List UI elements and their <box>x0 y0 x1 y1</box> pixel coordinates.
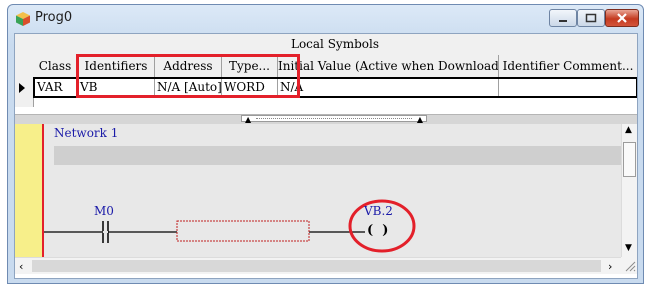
splitter-dots <box>256 118 412 119</box>
empty-instruction-slot <box>176 220 310 242</box>
splitter-grip[interactable]: ▲ ▲ <box>241 115 427 124</box>
maximize-icon <box>585 13 597 23</box>
cell-initial-value[interactable]: N/A <box>278 79 499 96</box>
column-header-identifier-comment[interactable]: Identifier Comment... <box>499 55 637 77</box>
column-header-initial-value[interactable]: Initial Value (Active when Download) <box>278 55 499 77</box>
scroll-up-icon[interactable]: ▲ <box>625 125 632 135</box>
title-bar[interactable]: Prog0 <box>8 5 643 33</box>
current-row-arrow-icon <box>19 83 25 93</box>
cell-identifier-comment[interactable] <box>499 79 636 96</box>
resize-grip-icon <box>625 261 636 272</box>
vertical-scrollbar[interactable]: ▲ ▼ <box>621 124 637 257</box>
contact-label[interactable]: M0 <box>94 204 114 218</box>
vertical-scroll-thumb[interactable] <box>623 142 636 177</box>
local-symbols-table: Local Symbols Class Identifiers Address … <box>15 34 637 108</box>
program-window: Prog0 Local Symbols Class Identifiers Ad… <box>7 4 644 284</box>
minimize-button[interactable] <box>549 9 577 27</box>
column-header-class[interactable]: Class <box>33 55 78 77</box>
close-button[interactable] <box>605 9 639 27</box>
ladder-rung <box>44 199 416 253</box>
splitter-up-arrow-icon: ▲ <box>245 115 252 124</box>
minimize-icon <box>559 20 567 22</box>
horizontal-scroll-thumb[interactable] <box>32 260 601 272</box>
resize-grip[interactable] <box>621 257 637 274</box>
splitter-up-arrow-icon: ▲ <box>416 115 423 124</box>
scroll-right-icon[interactable]: › <box>608 260 612 273</box>
coil-label[interactable]: VB.2 <box>364 204 393 218</box>
scroll-down-icon[interactable]: ▼ <box>625 243 632 253</box>
window-title: Prog0 <box>35 10 73 25</box>
output-coil[interactable]: ( ) <box>365 223 391 238</box>
maximize-button[interactable] <box>577 9 605 27</box>
local-symbols-header: Local Symbols <box>33 34 637 56</box>
horizontal-scrollbar[interactable]: ‹ › <box>15 257 621 274</box>
close-icon <box>617 13 627 23</box>
cell-class[interactable]: VAR <box>35 79 78 96</box>
app-cube-icon <box>16 12 30 26</box>
ladder-editor[interactable]: Network 1 M0 VB.2 ( ) <box>15 124 621 257</box>
highlight-box-symbol-columns <box>76 54 300 98</box>
scroll-left-icon[interactable]: ‹ <box>19 260 23 273</box>
editor-client-area: Local Symbols Class Identifiers Address … <box>14 33 638 279</box>
